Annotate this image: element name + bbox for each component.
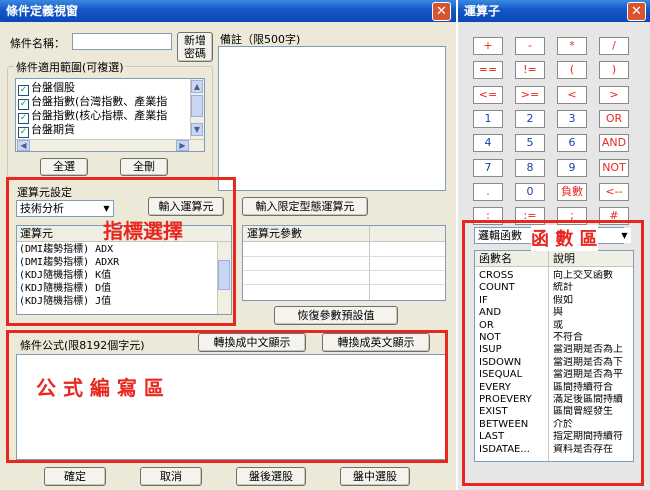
operator-button[interactable]: 6 (557, 134, 587, 152)
input-limited-operand-button[interactable]: 輸入限定型態運算元 (242, 197, 368, 216)
operator-button[interactable]: 負數 (557, 183, 587, 201)
grid-line (243, 270, 445, 271)
operator-button[interactable]: 2 (515, 110, 545, 128)
clear-all-button[interactable]: 全刪 (120, 158, 168, 176)
note-textarea[interactable] (218, 46, 446, 191)
scroll-thumb[interactable] (191, 95, 203, 117)
scope-item[interactable]: ✓ 台盤指數(台灣指數、產業指 (18, 95, 167, 110)
operator-button[interactable]: OR (599, 110, 629, 128)
operator-button[interactable]: == (473, 61, 503, 79)
formula-annotation-label: 公 式 編 寫 區 (36, 376, 164, 400)
scroll-down-icon[interactable]: ▼ (191, 123, 203, 136)
restore-defaults-button[interactable]: 恢復參數預設值 (274, 306, 398, 325)
operator-window-title: 運算子 (464, 4, 501, 18)
operator-button[interactable]: ) (599, 61, 629, 79)
operand-param-header: 運算元參數 (243, 226, 445, 242)
operator-button[interactable]: NOT (599, 159, 629, 177)
ok-button[interactable]: 確定 (44, 467, 106, 486)
scroll-left-icon[interactable]: ◀ (17, 140, 30, 151)
operator-button[interactable]: - (515, 37, 545, 55)
operator-button[interactable]: . (473, 183, 503, 201)
operator-button[interactable]: 4 (473, 134, 503, 152)
operator-button[interactable]: 0 (515, 183, 545, 201)
indicator-annotation-label: 指標選擇 (103, 219, 183, 243)
close-icon[interactable]: ✕ (432, 2, 451, 21)
grid-line (243, 256, 445, 257)
condition-window-titlebar: 條件定義視窗 (0, 0, 456, 22)
grid-line (243, 284, 445, 285)
operator-button[interactable]: ( (557, 61, 587, 79)
operator-button[interactable]: 7 (473, 159, 503, 177)
cancel-button[interactable]: 取消 (140, 467, 202, 486)
operator-button[interactable]: 5 (515, 134, 545, 152)
operator-button[interactable]: <= (473, 86, 503, 104)
operator-button[interactable]: <-- (599, 183, 629, 201)
scope-item[interactable]: ✓ 台盤指數(核心指標、產業指 (18, 109, 167, 124)
select-all-button[interactable]: 全選 (40, 158, 88, 176)
operator-button[interactable]: > (599, 86, 629, 104)
condition-window-title: 條件定義視窗 (6, 4, 79, 18)
operator-button[interactable]: AND (599, 134, 629, 152)
condition-name-input[interactable] (72, 33, 172, 50)
operator-button[interactable]: 1 (473, 110, 503, 128)
scope-label: 條件適用範圍(可複選) (14, 59, 126, 75)
operator-button[interactable]: != (515, 61, 545, 79)
scroll-up-icon[interactable]: ▲ (191, 80, 203, 93)
operator-button[interactable]: * (557, 37, 587, 55)
operator-button[interactable]: < (557, 86, 587, 104)
grid-divider (369, 226, 370, 300)
intraday-select-button[interactable]: 盤中選股 (340, 467, 410, 486)
scope-item[interactable]: ✓ 台盤期貨 (18, 123, 75, 138)
scroll-right-icon[interactable]: ▶ (176, 140, 189, 151)
operator-button[interactable]: 8 (515, 159, 545, 177)
checkbox-checked-icon[interactable]: ✓ (18, 127, 29, 138)
condition-name-label: 條件名稱： (10, 37, 65, 50)
operator-button[interactable]: / (599, 37, 629, 55)
operator-button[interactable]: 3 (557, 110, 587, 128)
close-icon[interactable]: ✕ (627, 2, 646, 21)
operator-button[interactable]: 9 (557, 159, 587, 177)
scope-item[interactable]: ✓ 台盤個股 (18, 81, 75, 96)
function-annotation-label: 函 數 區 (531, 225, 598, 251)
note-label: 備註（限500字) (220, 33, 301, 46)
function-annotation-box (462, 220, 644, 486)
operator-button[interactable]: + (473, 37, 503, 55)
operand-param-grid: 運算元參數 (242, 225, 446, 301)
after-market-select-button[interactable]: 盤後選股 (236, 467, 306, 486)
scope-list: ✓ 台盤個股 ✓ 台盤指數(台灣指數、產業指 ✓ 台盤指數(核心指標、產業指 ✓ 台盤期… (15, 78, 205, 152)
new-password-button[interactable]: 新增 密碼 (177, 32, 213, 62)
operator-window-titlebar: 運算子 (458, 0, 650, 22)
operator-button[interactable]: >= (515, 86, 545, 104)
indicator-annotation-box (6, 177, 236, 326)
